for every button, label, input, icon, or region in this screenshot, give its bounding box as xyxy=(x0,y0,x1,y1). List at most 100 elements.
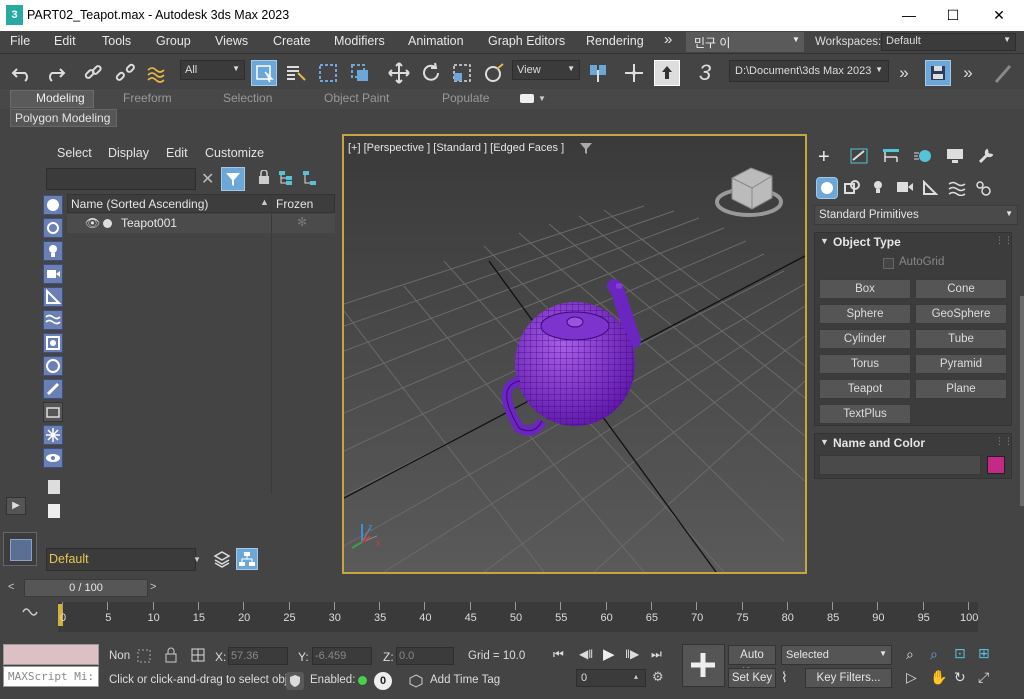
keyboard-shortcut-override-icon[interactable] xyxy=(654,60,680,86)
explorer-menu-customize[interactable]: Customize xyxy=(205,146,264,160)
menu-group[interactable]: Group xyxy=(156,34,191,48)
bones-filter-icon[interactable] xyxy=(43,379,63,399)
torus-button[interactable]: Torus xyxy=(819,354,911,374)
orbit-icon[interactable]: ↻ xyxy=(954,669,966,686)
viewport-thumbnail[interactable] xyxy=(3,532,37,566)
shapes-filter-icon[interactable] xyxy=(43,218,63,238)
helpers-category-icon[interactable] xyxy=(922,179,939,199)
user-account-dropdown[interactable]: 민구 이 ▼ xyxy=(686,32,804,52)
helpers-filter-icon[interactable] xyxy=(43,287,63,307)
pivot-center-icon[interactable] xyxy=(585,60,611,86)
menu-rendering[interactable]: Rendering xyxy=(586,34,644,48)
panel-scrollbar[interactable] xyxy=(1020,296,1024,506)
xrefs-filter-icon[interactable] xyxy=(43,356,63,376)
cone-button[interactable]: Cone xyxy=(915,279,1007,299)
menu-tools[interactable]: Tools xyxy=(102,34,131,48)
current-layer[interactable]: Default xyxy=(46,548,196,571)
hierarchy-tab-icon[interactable] xyxy=(882,148,900,167)
field-of-view-icon[interactable]: ▷ xyxy=(906,669,917,686)
layers-icon[interactable] xyxy=(212,549,232,569)
prev-frame-arrow[interactable]: < xyxy=(8,581,14,593)
systems-category-icon[interactable] xyxy=(974,179,992,200)
geometry-filter-icon[interactable] xyxy=(43,195,63,215)
tab-freeform[interactable]: Freeform xyxy=(123,91,172,105)
select-by-name-icon[interactable] xyxy=(283,60,309,86)
layer-hierarchy-icon[interactable] xyxy=(302,170,318,189)
rollout-title-object-type[interactable]: Object Type xyxy=(833,235,901,249)
undo-icon[interactable] xyxy=(9,60,35,86)
menu-modifiers[interactable]: Modifiers xyxy=(334,34,385,48)
save-icon[interactable] xyxy=(925,60,951,86)
display-tab-icon[interactable] xyxy=(946,148,964,167)
polygon-modeling-panel[interactable]: Polygon Modeling xyxy=(10,109,117,127)
maximize-viewport-icon[interactable]: ⤢ xyxy=(978,669,989,686)
shapes-category-icon[interactable] xyxy=(844,180,860,199)
sort-ascending-icon[interactable]: ▲ xyxy=(260,197,269,207)
viewport-filter-icon[interactable] xyxy=(580,142,592,157)
groups-filter-icon[interactable] xyxy=(43,333,63,353)
cylinder-button[interactable]: Cylinder xyxy=(819,329,911,349)
explorer-menu-display[interactable]: Display xyxy=(108,146,149,160)
sphere-button[interactable]: Sphere xyxy=(819,304,911,324)
spinner-icon[interactable]: ▴ xyxy=(634,672,638,681)
set-key-button[interactable]: Set Key xyxy=(728,668,776,688)
textplus-button[interactable]: TextPlus xyxy=(819,404,911,424)
perspective-viewport[interactable]: [+] [Perspective ] [Standard ] [Edged Fa… xyxy=(342,134,807,574)
window-crossing-icon[interactable] xyxy=(347,60,373,86)
x-coordinate-field[interactable]: 57.36 xyxy=(228,647,288,665)
cameras-filter-icon[interactable] xyxy=(43,264,63,284)
isolate-selection-icon[interactable] xyxy=(136,648,152,667)
placement-icon[interactable] xyxy=(481,60,507,86)
display-mode-icon[interactable] xyxy=(48,480,60,494)
plane-button[interactable]: Plane xyxy=(915,379,1007,399)
selection-filter-dropdown[interactable]: All ▼ xyxy=(180,60,245,80)
teapot-button[interactable]: Teapot xyxy=(819,379,911,399)
column-frozen-header[interactable]: Frozen xyxy=(276,197,313,211)
tube-button[interactable]: Tube xyxy=(915,329,1007,349)
object-name[interactable]: Teapot001 xyxy=(121,216,177,230)
rotate-icon[interactable] xyxy=(418,60,444,86)
filter-icon[interactable] xyxy=(221,167,245,191)
collapse-icon[interactable]: ▼ xyxy=(820,437,829,447)
maximize-button[interactable]: ☐ xyxy=(930,0,976,31)
time-config-icon[interactable]: ⚙ xyxy=(652,669,664,685)
workspaces-dropdown[interactable]: Default ▼ xyxy=(881,33,1016,51)
minimize-button[interactable]: — xyxy=(886,0,932,31)
rollout-drag-icon[interactable]: ⋮⋮ xyxy=(995,436,1013,447)
zoom-all-icon[interactable]: ⌕ xyxy=(930,646,938,663)
tab-object-paint[interactable]: Object Paint xyxy=(324,91,389,105)
add-time-tag[interactable]: Add Time Tag xyxy=(430,674,500,686)
collapse-icon[interactable]: ▼ xyxy=(820,236,829,246)
toolbar-more-icon[interactable]: » xyxy=(891,60,917,86)
scene-hierarchy-icon[interactable] xyxy=(236,548,258,570)
toolbar-more-icon-2[interactable]: » xyxy=(955,60,981,86)
motion-tab-icon[interactable] xyxy=(913,148,933,167)
tab-selection[interactable]: Selection xyxy=(223,91,272,105)
go-to-start-icon[interactable]: ⏮ xyxy=(553,647,564,662)
adaptive-degradation-counter[interactable]: 0 xyxy=(374,672,392,690)
tab-modeling[interactable]: Modeling xyxy=(36,91,85,105)
clear-search-icon[interactable]: ✕ xyxy=(201,169,214,189)
move-icon[interactable] xyxy=(386,60,412,86)
autogrid-checkbox[interactable] xyxy=(883,258,894,269)
hidden-filter-icon[interactable] xyxy=(43,448,63,468)
lights-category-icon[interactable] xyxy=(870,179,886,198)
zoom-extents-icon[interactable]: ⊡ xyxy=(954,645,966,662)
column-name-header[interactable]: Name (Sorted Ascending) xyxy=(71,197,208,211)
utilities-tab-icon[interactable] xyxy=(977,147,995,168)
previous-frame-icon[interactable]: ◀‖ xyxy=(579,647,593,661)
key-mode-dropdown[interactable]: Selected ▼ xyxy=(781,645,892,665)
lock-icon[interactable] xyxy=(258,169,270,187)
shield-icon[interactable] xyxy=(286,672,304,690)
freeze-icon[interactable]: ✻ xyxy=(297,215,307,229)
set-keys-icon[interactable] xyxy=(682,644,725,687)
reference-coordinate-dropdown[interactable]: View ▼ xyxy=(512,60,580,80)
absolute-mode-icon[interactable] xyxy=(190,647,206,666)
y-coordinate-field[interactable]: -6.459 xyxy=(312,647,372,665)
link-icon[interactable] xyxy=(80,60,106,86)
time-tag-icon[interactable] xyxy=(409,674,423,691)
key-tangent-icon[interactable]: ⌇ xyxy=(781,669,788,686)
geosphere-button[interactable]: GeoSphere xyxy=(915,304,1007,324)
modify-tab-icon[interactable] xyxy=(850,148,868,167)
table-row[interactable]: 👁 Teapot001 ✻ xyxy=(67,214,335,233)
